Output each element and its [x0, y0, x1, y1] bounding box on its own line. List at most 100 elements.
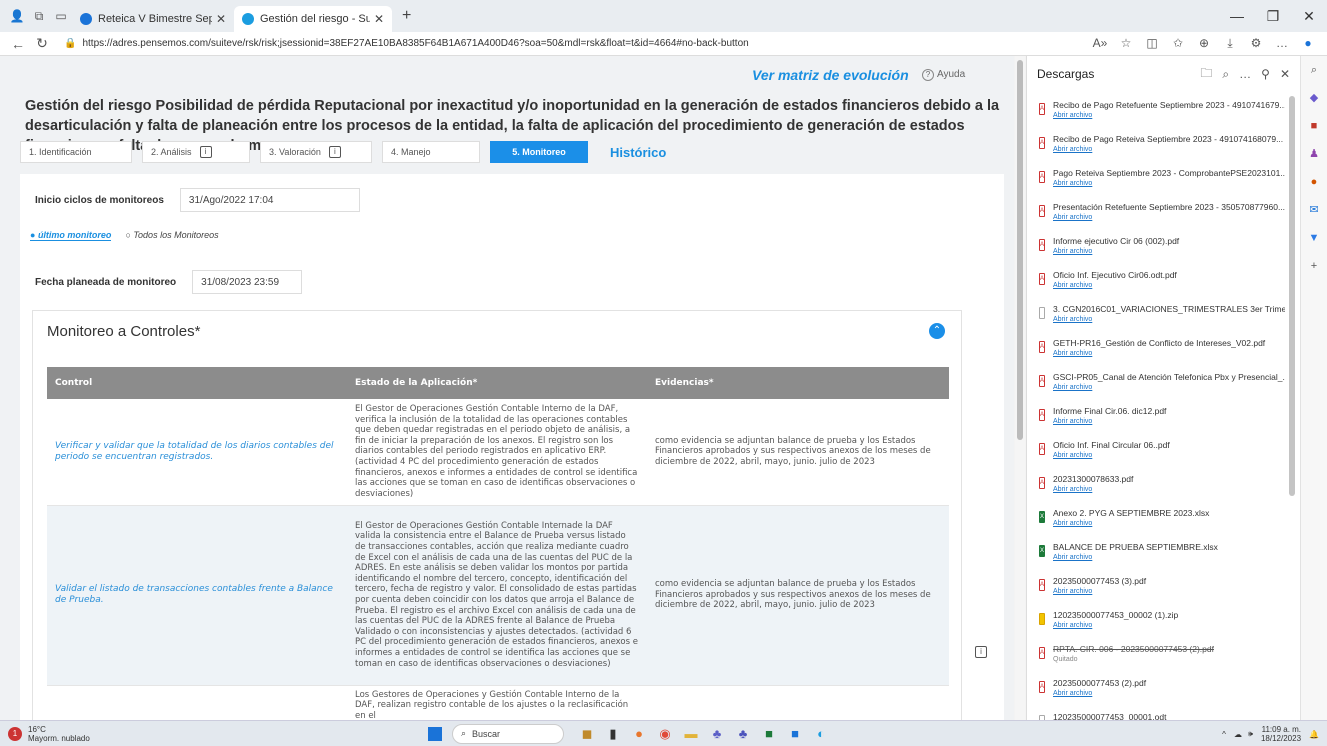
download-item[interactable]: A GSCI-PR05_Canal de Atención Telefonica …: [1027, 368, 1285, 402]
back-icon[interactable]: ←: [6, 36, 30, 52]
url-field[interactable]: 🔒 https://adres.pensemos.com/suiteve/rsk/…: [64, 38, 1087, 49]
downloads-icon[interactable]: ⤓: [1217, 36, 1243, 51]
download-item[interactable]: A Oficio Inf. Ejecutivo Cir06.odt.pdf Abri…: [1027, 266, 1285, 300]
profile-icon[interactable]: 👤: [6, 9, 28, 23]
weather-widget[interactable]: 1 16°C Mayorm. nublado: [8, 725, 428, 743]
open-file-link[interactable]: Abrir archivo: [1053, 554, 1285, 561]
more-icon[interactable]: …: [1239, 67, 1251, 81]
open-file-link[interactable]: Abrir archivo: [1053, 452, 1285, 459]
file-explorer-icon[interactable]: ▬: [678, 726, 704, 742]
tab-identificacion[interactable]: 1. Identificación: [20, 141, 132, 163]
inicio-field[interactable]: 31/Ago/2022 17:04: [179, 188, 360, 212]
download-item[interactable]: A Recibo de Pago Retefuente Septiembre 20…: [1027, 96, 1285, 130]
open-file-link[interactable]: Abrir archivo: [1053, 248, 1285, 255]
tab-manejo[interactable]: 4. Manejo: [382, 141, 480, 163]
outlook-icon[interactable]: ■: [782, 726, 808, 742]
open-file-link[interactable]: Abrir archivo: [1053, 622, 1285, 629]
open-file-link[interactable]: Abrir archivo: [1053, 418, 1285, 425]
tab-actions-icon[interactable]: ▭: [50, 9, 72, 23]
download-item[interactable]: A 20235000077453 (2).pdf Abrir archivo: [1027, 674, 1285, 708]
download-item[interactable]: 120235000077453_00002 (1).zip Abrir archi…: [1027, 606, 1285, 640]
radio-todos[interactable]: ○ Todos los Monitoreos: [125, 230, 218, 241]
refresh-icon[interactable]: ↻: [30, 35, 54, 52]
open-file-link[interactable]: Abrir archivo: [1053, 282, 1285, 289]
new-tab-icon[interactable]: +: [402, 7, 411, 25]
briefcase-icon[interactable]: ■: [1301, 112, 1327, 140]
tab-valoracion[interactable]: 3. Valoración i: [260, 141, 372, 163]
network-icon[interactable]: ☁: [1234, 730, 1242, 739]
control-cell[interactable]: [47, 685, 347, 720]
chevron-up-icon[interactable]: ^: [1222, 730, 1226, 739]
outlook-icon[interactable]: ✉: [1301, 196, 1327, 224]
task-view-icon[interactable]: ▮: [600, 726, 626, 742]
evidencias-cell[interactable]: [647, 685, 949, 720]
control-cell[interactable]: Verificar y validar que la totalidad de …: [47, 399, 347, 506]
tab-analisis[interactable]: 2. Análisis i: [142, 141, 250, 163]
download-item[interactable]: A Informe Final Cir.06. dic12.pdf Abrir ar…: [1027, 402, 1285, 436]
estado-cell[interactable]: Los Gestores de Operaciones y Gestión Co…: [347, 685, 647, 720]
open-file-link[interactable]: Abrir archivo: [1053, 384, 1285, 391]
tag-icon[interactable]: ◆: [1301, 84, 1327, 112]
downloads-scrollbar[interactable]: [1289, 96, 1295, 496]
download-item[interactable]: A 20231300078633.pdf Abrir archivo: [1027, 470, 1285, 504]
page-scrollbar[interactable]: [1015, 56, 1025, 720]
favorites-icon[interactable]: ✩: [1165, 36, 1191, 51]
copilot-icon[interactable]: ●: [1295, 36, 1321, 51]
historico-link[interactable]: Histórico: [610, 145, 666, 160]
open-file-link[interactable]: Abrir archivo: [1053, 486, 1285, 493]
teams-icon[interactable]: ♣: [730, 726, 756, 742]
workspaces-icon[interactable]: ⧉: [28, 9, 50, 24]
clock[interactable]: 11:09 a. m. 18/12/2023: [1261, 725, 1301, 743]
close-icon[interactable]: ✕: [216, 12, 226, 26]
open-file-link[interactable]: Abrir archivo: [1053, 180, 1285, 187]
scrollbar-thumb[interactable]: [1017, 60, 1023, 440]
close-icon[interactable]: ✕: [1280, 67, 1290, 81]
taskbar-search[interactable]: ⌕ Buscar: [452, 723, 564, 744]
download-item[interactable]: 3. CGN2016C01_VARIACIONES_TRIMESTRALES 3…: [1027, 300, 1285, 334]
download-item[interactable]: A Recibo de Pago Reteiva Septiembre 2023 …: [1027, 130, 1285, 164]
download-item[interactable]: A RPTA. CIR. 006 - 20235000077453 (2).pdf…: [1027, 640, 1285, 674]
close-icon[interactable]: ✕: [374, 12, 384, 26]
download-item[interactable]: A Pago Reteiva Septiembre 2023 - Comproba…: [1027, 164, 1285, 198]
control-cell[interactable]: Validar el listado de transacciones cont…: [47, 505, 347, 686]
open-file-link[interactable]: Abrir archivo: [1053, 520, 1285, 527]
tab-gestion-riesgo[interactable]: Gestión del riesgo - Suite Visión ✕: [234, 6, 392, 32]
restore-icon[interactable]: ❐: [1255, 0, 1291, 32]
download-item[interactable]: A Presentación Retefuente Septiembre 2023…: [1027, 198, 1285, 232]
ver-matriz-link[interactable]: Ver matriz de evolución: [752, 67, 909, 83]
download-item[interactable]: A 20235000077453 (3).pdf Abrir archivo: [1027, 572, 1285, 606]
speaker-icon[interactable]: 🕪: [1248, 729, 1253, 739]
windows-icon[interactable]: [428, 726, 442, 741]
search-icon[interactable]: ⌕: [1222, 67, 1229, 82]
excel-icon[interactable]: ■: [756, 726, 782, 742]
tab-reteica[interactable]: Reteica V Bimestre Sep - Oct - 2( ✕: [72, 6, 234, 32]
pin-icon[interactable]: ⚲: [1261, 67, 1270, 81]
widgets-icon[interactable]: ◼: [574, 726, 600, 742]
office-icon[interactable]: ●: [1301, 168, 1327, 196]
read-aloud-icon[interactable]: A»: [1087, 36, 1113, 51]
tab-monitoreo[interactable]: 5. Monitoreo: [490, 141, 588, 163]
firefox-icon[interactable]: ●: [626, 726, 652, 742]
teams-icon[interactable]: ♣: [704, 726, 730, 742]
open-file-link[interactable]: Abrir archivo: [1053, 316, 1285, 323]
open-file-link[interactable]: Abrir archivo: [1053, 350, 1285, 357]
open-file-link[interactable]: Abrir archivo: [1053, 214, 1285, 221]
info-icon[interactable]: i: [975, 646, 987, 658]
chrome-icon[interactable]: ◉: [652, 726, 678, 742]
open-file-link[interactable]: Abrir archivo: [1053, 146, 1285, 153]
download-item[interactable]: A GETH-PR16_Gestión de Conflicto de Inter…: [1027, 334, 1285, 368]
search-icon[interactable]: ⌕: [1301, 56, 1327, 84]
help-link[interactable]: ? Ayuda: [922, 69, 965, 81]
open-file-link[interactable]: Abrir archivo: [1053, 112, 1285, 119]
collections-icon[interactable]: ⊕: [1191, 36, 1217, 51]
chevron-up-icon[interactable]: ⌃: [929, 323, 945, 339]
add-icon[interactable]: +: [1301, 252, 1327, 280]
folder-icon[interactable]: 🗀: [1200, 64, 1212, 85]
notification-icon[interactable]: 🔔: [1309, 730, 1319, 739]
extensions-icon[interactable]: ⚙: [1243, 36, 1269, 51]
evidencias-cell[interactable]: como evidencia se adjuntan balance de pr…: [647, 505, 949, 686]
open-file-link[interactable]: Abrir archivo: [1053, 690, 1285, 697]
open-file-link[interactable]: Abrir archivo: [1053, 588, 1285, 595]
radio-ultimo[interactable]: ● último monitoreo: [30, 230, 112, 241]
estado-cell[interactable]: El Gestor de Operaciones Gestión Contabl…: [347, 399, 647, 506]
